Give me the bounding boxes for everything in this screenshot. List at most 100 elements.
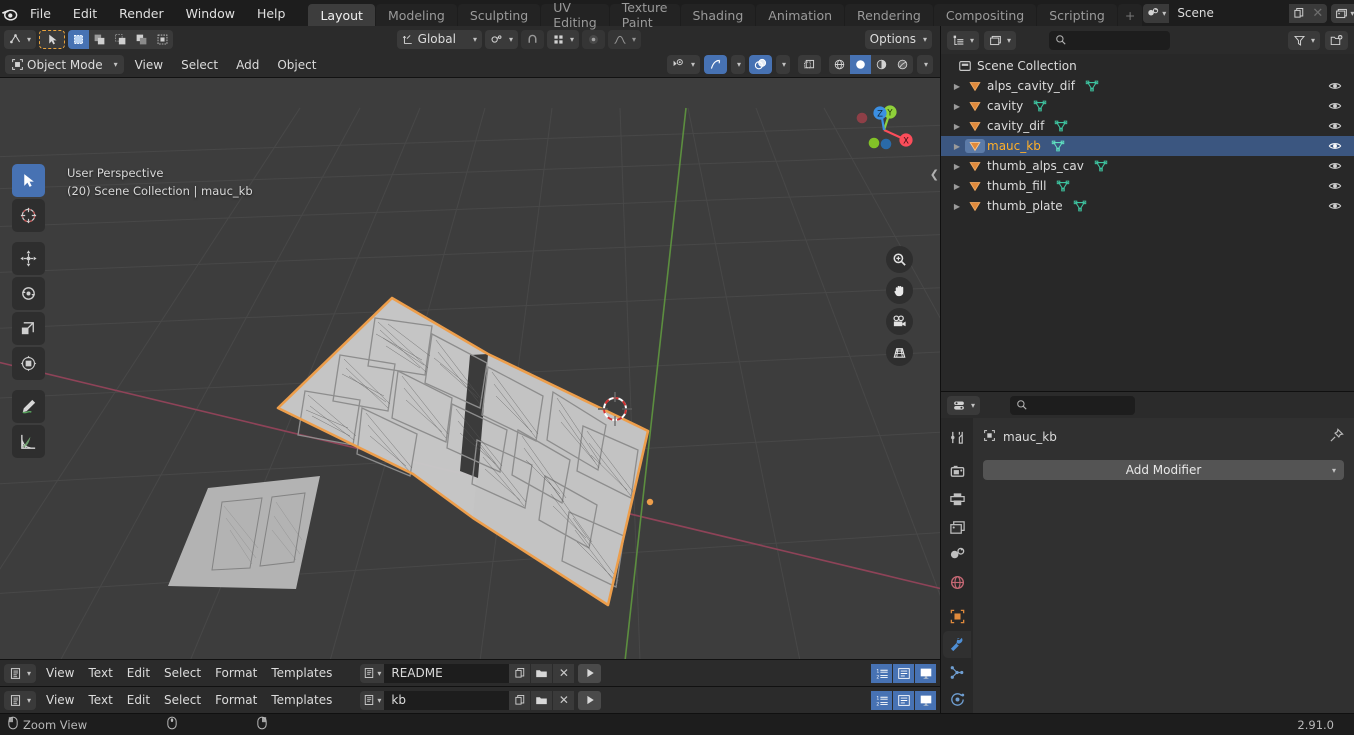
tab-layout[interactable]: Layout [308, 4, 375, 26]
measure-tool-button[interactable] [12, 425, 45, 458]
menu-help[interactable]: Help [246, 0, 297, 26]
text2-run-script-icon[interactable] [578, 690, 602, 710]
scene-icon[interactable]: ▾ [1143, 3, 1170, 23]
outliner-search-input[interactable] [1049, 30, 1170, 50]
outliner-row-cavity-dif[interactable]: ▶ cavity_dif [941, 116, 1354, 136]
snap-magnet-icon[interactable] [520, 29, 544, 49]
proportional-edit-icon[interactable] [582, 29, 605, 49]
editor-type-outliner-icon[interactable]: ▾ [947, 30, 980, 50]
expand-triangle-icon[interactable]: ▶ [949, 202, 965, 211]
rotate-tool-button[interactable] [12, 277, 45, 310]
pin-icon[interactable] [1329, 428, 1344, 446]
zoom-icon[interactable] [886, 246, 913, 273]
outliner-scene-collection-row[interactable]: Scene Collection [941, 56, 1354, 76]
properties-tab-view-layer[interactable] [943, 514, 971, 541]
text1-syntax-highlight-icon[interactable] [915, 663, 936, 683]
visibility-eye-icon[interactable] [1328, 99, 1342, 116]
tab-modeling[interactable]: Modeling [375, 4, 457, 26]
move-tool-button[interactable] [12, 242, 45, 275]
text1-menu-text[interactable]: Text [82, 664, 120, 683]
outliner-row-thumb-plate[interactable]: ▶ thumb_plate [941, 196, 1354, 216]
properties-tab-tool[interactable] [943, 424, 971, 451]
properties-tab-render[interactable] [943, 459, 971, 486]
outliner-row-mauc-kb[interactable]: ▶ mauc_kb [941, 136, 1354, 156]
expand-triangle-icon[interactable]: ▶ [949, 182, 965, 191]
text1-menu-edit[interactable]: Edit [120, 664, 157, 683]
viewport-menu-object[interactable]: Object [270, 55, 323, 74]
text1-menu-format[interactable]: Format [208, 664, 264, 683]
shading-dropdown[interactable]: ▾ [916, 55, 933, 74]
text2-menu-text[interactable]: Text [82, 691, 120, 710]
properties-tab-world[interactable] [943, 569, 971, 596]
transform-orientation-selector[interactable]: Global ▾ [396, 29, 482, 49]
text2-syntax-highlight-icon[interactable] [915, 690, 936, 710]
properties-tab-scene[interactable] [943, 541, 971, 568]
outliner-display-mode[interactable]: ▾ [984, 30, 1017, 50]
outliner-filter-funnel-icon[interactable]: ▾ [1288, 30, 1321, 50]
expand-triangle-icon[interactable]: ▶ [949, 142, 965, 151]
toggle-xray-icon[interactable] [797, 55, 821, 74]
expand-triangle-icon[interactable]: ▶ [949, 82, 965, 91]
outliner-row-thumb-alps-cav[interactable]: ▶ thumb_alps_cav [941, 156, 1354, 176]
text2-menu-templates[interactable]: Templates [264, 691, 339, 710]
blender-logo-icon[interactable] [0, 0, 19, 26]
text2-filename[interactable]: kb [384, 690, 510, 710]
outliner-row-thumb-fill[interactable]: ▶ thumb_fill [941, 176, 1354, 196]
tab-scripting[interactable]: Scripting [1037, 4, 1117, 26]
interaction-mode-selector[interactable]: Object Mode ▾ [5, 55, 124, 74]
menu-edit[interactable]: Edit [62, 0, 108, 26]
properties-tab-object[interactable] [943, 604, 971, 631]
unlink-scene-icon[interactable]: ✕ [1308, 3, 1328, 23]
tab-compositing[interactable]: Compositing [933, 4, 1037, 26]
text1-datablock-icon[interactable]: ▾ [360, 663, 385, 683]
text1-line-numbers-icon[interactable]: 12 [871, 663, 892, 683]
gizmo-toggle[interactable] [703, 55, 727, 74]
text2-open-folder-icon[interactable] [531, 690, 553, 710]
editor-type-text-icon-2[interactable]: ▾ [4, 690, 37, 710]
viewport-options-button[interactable]: Options ▾ [864, 29, 932, 49]
select-invert-icon[interactable] [131, 30, 152, 49]
tab-shading[interactable]: Shading [680, 4, 756, 26]
new-scene-icon[interactable] [1289, 3, 1309, 23]
scene-selector[interactable]: ▾ Scene ✕ [1143, 3, 1328, 23]
expand-triangle-icon[interactable]: ▶ [949, 162, 965, 171]
menu-render[interactable]: Render [108, 0, 175, 26]
text1-menu-view[interactable]: View [39, 664, 81, 683]
text1-run-script-icon[interactable] [578, 663, 602, 683]
transform-tool-button[interactable] [12, 347, 45, 380]
properties-tab-physics[interactable] [943, 686, 971, 713]
viewport-menu-view[interactable]: View [128, 55, 170, 74]
3d-viewport[interactable]: User Perspective (20) Scene Collection |… [0, 78, 940, 659]
menu-file[interactable]: File [19, 0, 62, 26]
view-layer-icon[interactable]: ▾ [1331, 3, 1354, 23]
text2-datablock-icon[interactable]: ▾ [360, 690, 385, 710]
visibility-eye-icon[interactable] [1328, 139, 1342, 156]
object-visibility-selector[interactable]: ▾ [666, 55, 700, 74]
viewport-menu-select[interactable]: Select [174, 55, 225, 74]
text1-menu-templates[interactable]: Templates [264, 664, 339, 683]
text1-menu-select[interactable]: Select [157, 664, 208, 683]
properties-tab-output[interactable] [943, 486, 971, 513]
select-new-icon[interactable] [68, 29, 90, 49]
expand-triangle-icon[interactable]: ▶ [949, 102, 965, 111]
shading-wireframe-icon[interactable] [829, 55, 850, 74]
visibility-eye-icon[interactable] [1328, 159, 1342, 176]
overlays-dropdown[interactable]: ▾ [775, 55, 790, 74]
active-tool-selector[interactable] [39, 29, 66, 49]
cursor-tool-button[interactable] [12, 199, 45, 232]
tweak-tool-button[interactable] [12, 164, 45, 197]
tab-sculpting[interactable]: Sculpting [457, 4, 541, 26]
shading-rendered-icon[interactable] [892, 55, 913, 74]
select-extend-icon[interactable] [89, 30, 110, 49]
text2-menu-edit[interactable]: Edit [120, 691, 157, 710]
visibility-eye-icon[interactable] [1328, 179, 1342, 196]
outliner-row-alps-cavity-dif[interactable]: ▶ alps_cavity_dif [941, 76, 1354, 96]
outliner-new-collection-icon[interactable] [1325, 30, 1349, 50]
toggle-ortho-perspective-icon[interactable] [886, 339, 913, 366]
tab-texture-paint[interactable]: Texture Paint [609, 0, 680, 30]
properties-tab-modifier[interactable] [943, 631, 971, 658]
falloff-smooth-icon[interactable]: ▾ [608, 29, 642, 49]
tab-add-workspace[interactable]: + [1117, 4, 1143, 26]
shading-solid-icon[interactable] [849, 55, 871, 74]
text2-unlink-x-icon[interactable]: ✕ [553, 690, 575, 710]
